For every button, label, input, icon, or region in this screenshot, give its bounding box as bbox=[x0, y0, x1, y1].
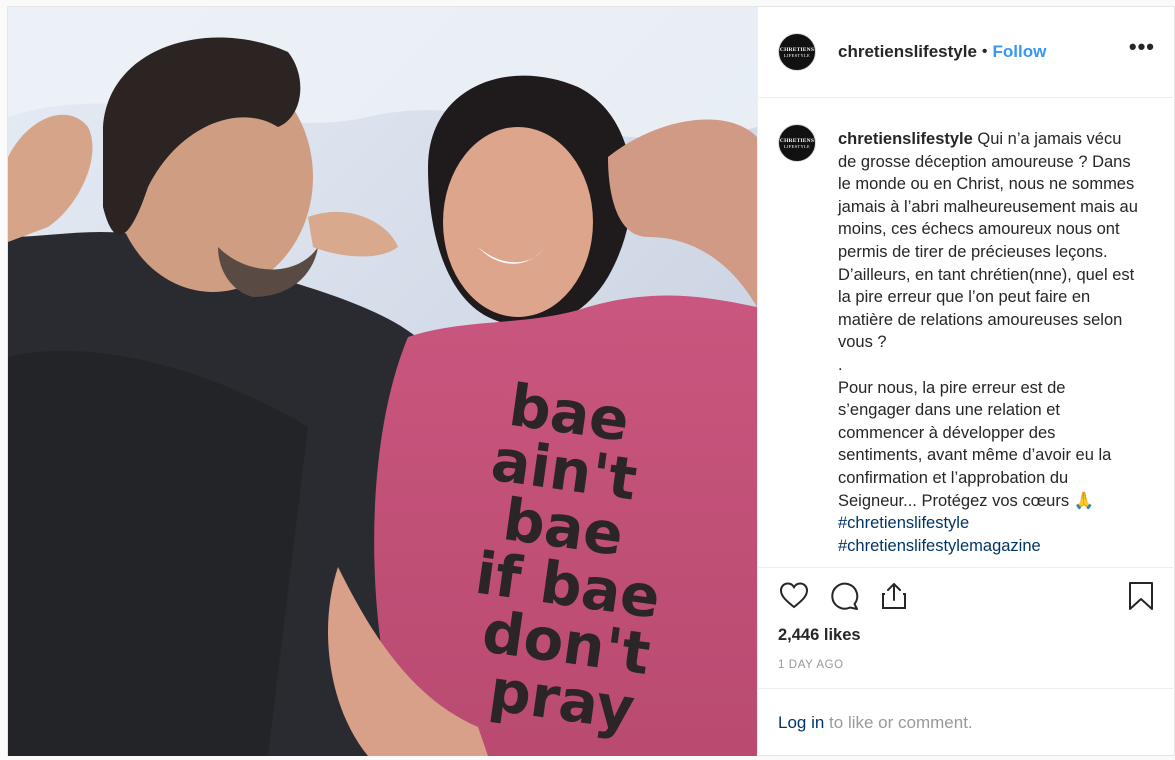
comment-icon[interactable] bbox=[828, 580, 860, 612]
header-username[interactable]: chretienslifestyle bbox=[838, 42, 977, 62]
hashtag-link[interactable]: #chretienslifestylemagazine bbox=[838, 535, 1138, 558]
post-photo[interactable]: bae ain't bae if bae don't pray bbox=[8, 7, 757, 756]
post-timestamp: 1 DAY AGO bbox=[778, 659, 844, 671]
likes-count[interactable]: 2,446 likes bbox=[758, 626, 1175, 645]
caption-username[interactable]: chretienslifestyle bbox=[838, 130, 973, 148]
caption-avatar[interactable]: CHRETIENS LIFESTYLE bbox=[778, 124, 816, 162]
caption-section: CHRETIENS LIFESTYLE chretienslifestyle Q… bbox=[758, 98, 1175, 568]
post-header: CHRETIENS LIFESTYLE chretienslifestyle •… bbox=[758, 7, 1175, 98]
login-suffix: to like or comment. bbox=[824, 712, 973, 732]
login-link[interactable]: Log in bbox=[778, 713, 824, 733]
hashtag-link[interactable]: #chretienslifestyle bbox=[838, 512, 1138, 535]
heart-icon[interactable] bbox=[778, 580, 810, 612]
post-sidebar: CHRETIENS LIFESTYLE chretienslifestyle •… bbox=[757, 7, 1175, 756]
caption-text: Qui n’a jamais vécu de grosse déception … bbox=[838, 130, 1138, 510]
avatar[interactable]: CHRETIENS LIFESTYLE bbox=[778, 33, 816, 71]
instagram-post: bae ain't bae if bae don't pray CHRETIEN… bbox=[7, 6, 1175, 756]
bookmark-icon[interactable] bbox=[1125, 580, 1157, 612]
login-prompt: Log in to like or comment. bbox=[758, 688, 1175, 756]
caption: chretienslifestyle Qui n’a jamais vécu d… bbox=[838, 128, 1138, 567]
share-icon[interactable] bbox=[878, 580, 910, 612]
photo-illustration: bae ain't bae if bae don't pray bbox=[8, 7, 757, 756]
more-options-icon[interactable]: ••• bbox=[1129, 36, 1155, 62]
follow-button[interactable]: Follow bbox=[993, 42, 1047, 62]
action-bar bbox=[758, 568, 1175, 624]
separator-dot: • bbox=[981, 43, 988, 60]
